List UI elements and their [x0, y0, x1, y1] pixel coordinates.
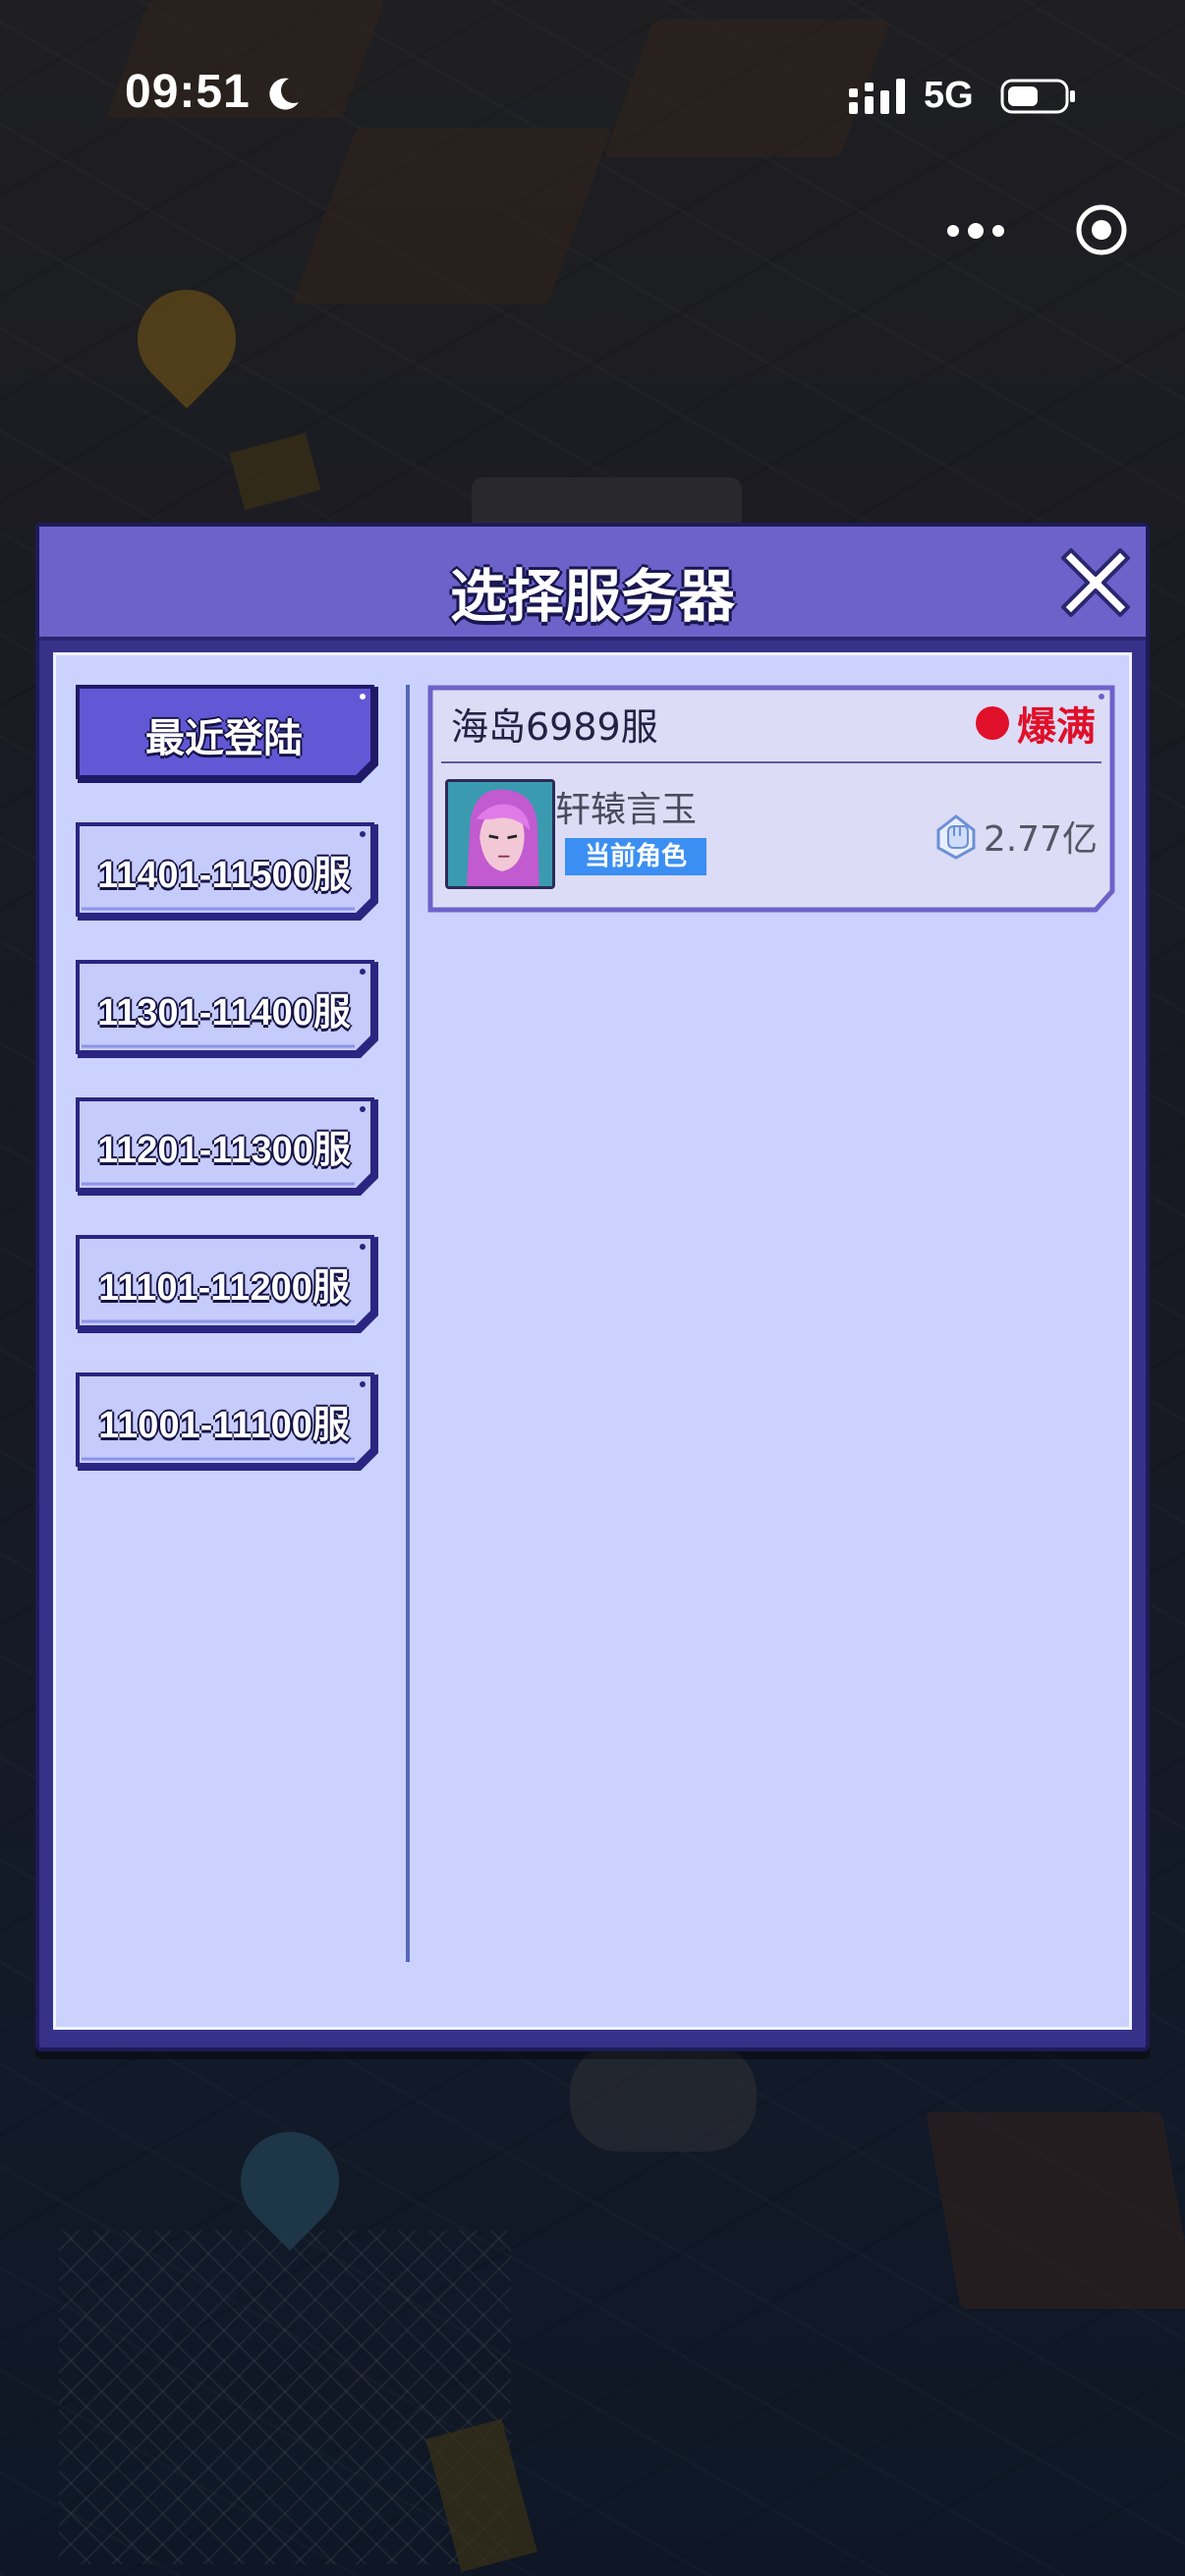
- list-divider: [406, 685, 410, 1962]
- group-tab-11401-11500[interactable]: 11401-11500服: [74, 820, 380, 924]
- server-name: 海岛6989服: [451, 705, 658, 749]
- group-tab-11201-11300[interactable]: 11201-11300服: [74, 1095, 380, 1200]
- combat-power-value: 2.77亿: [983, 819, 1098, 860]
- battery-icon: [1000, 79, 1075, 114]
- group-tab-label: 最近登陆: [145, 717, 303, 760]
- network-type: 5G: [924, 75, 974, 116]
- record-icon[interactable]: [1074, 202, 1129, 257]
- server-select-dialog: 选择服务器 最近登陆 11401-11500服 11301-11400服 112…: [35, 523, 1150, 2051]
- group-tab-11001-11100[interactable]: 11001-11100服: [74, 1371, 380, 1475]
- server-group-list: 最近登陆 11401-11500服 11301-11400服 11201-113…: [74, 683, 386, 1508]
- group-tab-label: 11201-11300服: [97, 1130, 351, 1171]
- fist-icon: [936, 814, 976, 860]
- server-status-label: 爆满: [1017, 704, 1096, 750]
- group-tab-11301-11400[interactable]: 11301-11400服: [74, 958, 380, 1062]
- combat-power: 2.77亿: [931, 811, 1098, 862]
- card-divider: [441, 761, 1101, 763]
- status-time: 09:51: [125, 66, 251, 118]
- dialog-body: 最近登陆 11401-11500服 11301-11400服 11201-113…: [53, 652, 1132, 2030]
- group-tab-label: 11301-11400服: [97, 992, 351, 1034]
- status-bar: 09:51 5G: [0, 0, 1185, 255]
- moon-icon: [269, 78, 299, 110]
- avatar: [445, 779, 555, 889]
- dialog-header: 选择服务器: [39, 527, 1146, 641]
- dialog-title: 选择服务器: [449, 563, 735, 630]
- more-icon[interactable]: [941, 216, 1010, 246]
- role-name: 轩辕言玉: [555, 790, 698, 830]
- group-tab-recent[interactable]: 最近登陆: [74, 683, 380, 787]
- character-portrait-icon: [448, 782, 552, 886]
- group-tab-11101-11200[interactable]: 11101-11200服: [74, 1233, 380, 1337]
- server-status: 爆满: [976, 695, 1096, 752]
- server-card[interactable]: 海岛6989服 爆满 轩辕言玉 当前角色 2.77亿: [427, 685, 1115, 913]
- group-tab-label: 11401-11500服: [97, 855, 351, 896]
- group-tab-label: 11001-11100服: [98, 1405, 350, 1446]
- current-role-badge: 当前角色: [565, 838, 706, 875]
- status-dot-icon: [976, 706, 1009, 740]
- group-tab-label: 11101-11200服: [98, 1267, 350, 1309]
- signal-icon: [849, 79, 905, 114]
- close-button[interactable]: [1057, 544, 1134, 621]
